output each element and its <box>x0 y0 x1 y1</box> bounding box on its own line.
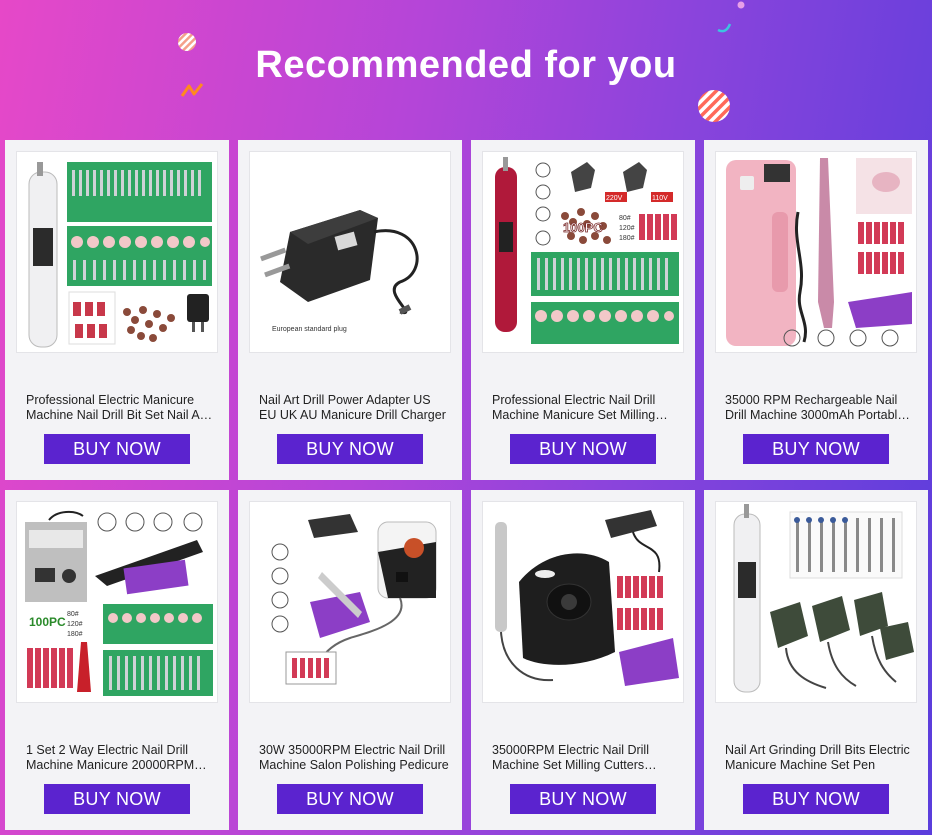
svg-text:120#: 120# <box>67 621 83 628</box>
product-card[interactable]: 100PC 80# 120# 180# 1 Set 2 Way Electric… <box>5 490 229 830</box>
product-card[interactable]: 30W 35000RPM Electric Nail Drill Machine… <box>238 490 462 830</box>
buy-now-button[interactable]: BUY NOW <box>44 434 190 464</box>
svg-text:100PC: 100PC <box>563 220 603 235</box>
buy-now-button[interactable]: BUY NOW <box>743 784 889 814</box>
product-card[interactable]: 35000RPM Electric Nail Drill Machine Set… <box>471 490 695 830</box>
svg-text:180#: 180# <box>67 631 83 638</box>
product-image[interactable] <box>249 501 451 703</box>
page-title: Recommended for you <box>255 44 677 86</box>
svg-text:80#: 80# <box>619 215 631 222</box>
svg-text:80#: 80# <box>67 611 79 618</box>
product-name[interactable]: Nail Art Drill Power Adapter US EU UK AU… <box>259 393 449 423</box>
product-name[interactable]: 1 Set 2 Way Electric Nail Drill Machine … <box>26 743 216 773</box>
striped-ball-icon <box>698 90 730 122</box>
product-name[interactable]: Professional Electric Manicure Machine N… <box>26 393 216 423</box>
confetti-icon <box>717 1 745 33</box>
svg-text:220V: 220V <box>606 195 623 202</box>
product-image[interactable] <box>482 501 684 703</box>
product-image[interactable]: European standard plug <box>249 151 451 353</box>
product-card[interactable]: Nail Art Grinding Drill Bits Electric Ma… <box>704 490 928 830</box>
product-image[interactable] <box>16 151 218 353</box>
svg-text:100PC: 100PC <box>29 615 66 629</box>
product-name[interactable]: Professional Electric Nail Drill Machine… <box>492 393 682 423</box>
svg-text:180#: 180# <box>619 235 635 242</box>
product-card[interactable]: Professional Electric Manicure Machine N… <box>5 140 229 480</box>
buy-now-button[interactable]: BUY NOW <box>277 434 423 464</box>
buy-now-button[interactable]: BUY NOW <box>743 434 889 464</box>
svg-text:110V: 110V <box>652 195 668 202</box>
product-image[interactable] <box>715 151 917 353</box>
svg-text:120#: 120# <box>619 225 635 232</box>
buy-now-button[interactable]: BUY NOW <box>44 784 190 814</box>
product-image[interactable]: 100PC 80# 120# 180# <box>16 501 218 703</box>
product-grid: Professional Electric Manicure Machine N… <box>0 140 932 835</box>
product-card[interactable]: 35000 RPM Rechargeable Nail Drill Machin… <box>704 140 928 480</box>
header-banner: Recommended for you <box>0 0 932 140</box>
product-name[interactable]: Nail Art Grinding Drill Bits Electric Ma… <box>725 743 915 773</box>
product-name[interactable]: 30W 35000RPM Electric Nail Drill Machine… <box>259 743 449 773</box>
product-name[interactable]: 35000RPM Electric Nail Drill Machine Set… <box>492 743 682 773</box>
product-name[interactable]: 35000 RPM Rechargeable Nail Drill Machin… <box>725 393 915 423</box>
buy-now-button[interactable]: BUY NOW <box>510 434 656 464</box>
product-card[interactable]: European standard plug Nail Art Drill Po… <box>238 140 462 480</box>
product-image[interactable] <box>715 501 917 703</box>
buy-now-button[interactable]: BUY NOW <box>277 784 423 814</box>
image-caption: European standard plug <box>272 326 347 333</box>
product-image[interactable]: 220V 110V 100PC 80# 120# 180# <box>482 151 684 353</box>
buy-now-button[interactable]: BUY NOW <box>510 784 656 814</box>
product-card[interactable]: 220V 110V 100PC 80# 120# 180# Profession… <box>471 140 695 480</box>
